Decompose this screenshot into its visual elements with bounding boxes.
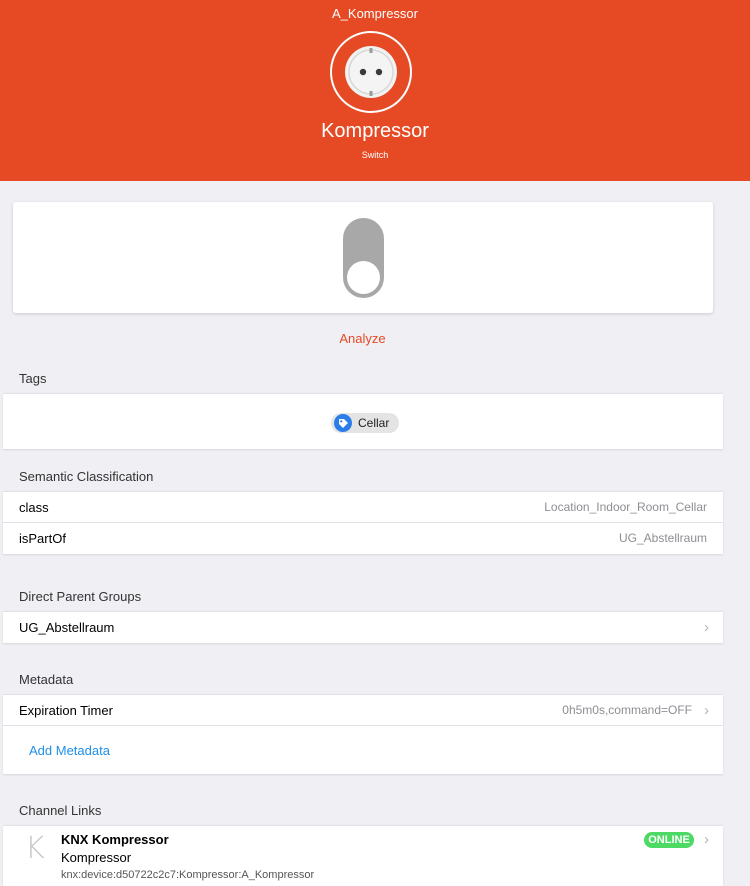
chevron-right-icon: ›: [704, 619, 709, 636]
metadata-card: Expiration Timer 0h5m0s,command=OFF › Ad…: [3, 694, 723, 774]
semantic-value: UG_Abstellraum: [618, 531, 707, 545]
channel-avatar-letter: K: [25, 831, 45, 866]
channel-links-section-title: Channel Links: [19, 803, 102, 818]
item-name: A_Kompressor: [332, 6, 418, 21]
channel-link-item[interactable]: K KNX Kompressor Kompressor knx:device:d…: [3, 825, 723, 886]
chevron-right-icon: ›: [704, 831, 709, 848]
switch-toggle[interactable]: [343, 218, 384, 298]
metadata-section-title: Metadata: [19, 672, 74, 687]
parent-group-label: UG_Abstellraum: [19, 620, 115, 635]
parent-groups-section-title: Direct Parent Groups: [19, 589, 142, 604]
metadata-row-expiration-timer[interactable]: Expiration Timer 0h5m0s,command=OFF ›: [3, 695, 723, 726]
semantic-section-title: Semantic Classification: [19, 469, 154, 484]
state-card: [13, 202, 713, 313]
item-category: Switch: [361, 150, 389, 160]
metadata-key: Expiration Timer: [19, 703, 113, 718]
tag-icon: [334, 414, 352, 432]
parent-groups-card: UG_Abstellraum ›: [3, 611, 723, 643]
tags-card: Cellar: [3, 393, 723, 449]
parent-group-item[interactable]: UG_Abstellraum ›: [3, 612, 723, 643]
semantic-key: class: [19, 500, 49, 515]
add-metadata-link[interactable]: Add Metadata: [29, 742, 110, 760]
power-outlet-icon: [345, 46, 397, 98]
status-badge: ONLINE: [644, 832, 694, 848]
metadata-value: 0h5m0s,command=OFF: [562, 703, 692, 717]
analyze-button[interactable]: Analyze: [0, 330, 725, 348]
item-header: A_Kompressor Kompressor Switch: [0, 0, 750, 181]
item-icon-frame: [330, 31, 412, 113]
switch-toggle-knob: [347, 261, 380, 294]
channel-link-subtitle: Kompressor: [61, 850, 132, 865]
tag-chip[interactable]: Cellar: [331, 413, 399, 433]
channel-link-title: KNX Kompressor: [61, 832, 169, 847]
semantic-row-ispartof: isPartOf UG_Abstellraum: [3, 523, 723, 554]
item-label: Kompressor: [321, 120, 429, 142]
semantic-card: class Location_Indoor_Room_Cellar isPart…: [3, 491, 723, 554]
channel-link-uid: knx:device:d50722c2c7:Kompressor:A_Kompr…: [61, 869, 315, 881]
tag-chip-label: Cellar: [358, 416, 390, 430]
tags-section-title: Tags: [19, 371, 47, 386]
chevron-right-icon: ›: [704, 702, 709, 719]
semantic-value: Location_Indoor_Room_Cellar: [544, 500, 707, 514]
semantic-row-class: class Location_Indoor_Room_Cellar: [3, 492, 723, 523]
semantic-key: isPartOf: [19, 531, 66, 546]
